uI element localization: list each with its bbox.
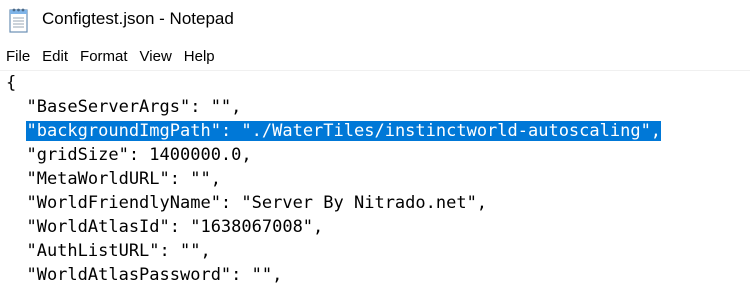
menu-bar: File Edit Format View Help — [0, 44, 750, 70]
code-line-selected: "backgroundImgPath": "./WaterTiles/insti… — [6, 119, 662, 143]
code-line: "BaseServerArgs": "", — [6, 97, 242, 117]
code-line: { — [6, 73, 17, 93]
menu-edit[interactable]: Edit — [36, 45, 74, 69]
menu-format[interactable]: Format — [74, 45, 134, 69]
code-line: "AuthListURL": "", — [6, 241, 211, 261]
menu-help[interactable]: Help — [178, 45, 221, 69]
code-line: "WorldAtlasPassword": "", — [6, 265, 283, 285]
code-line: "gridSize": 1400000.0, — [6, 145, 252, 165]
text-editor-area[interactable]: { "BaseServerArgs": "", "backgroundImgPa… — [0, 71, 750, 292]
menu-file[interactable]: File — [0, 45, 36, 69]
title-bar[interactable]: Configtest.json - Notepad — [0, 0, 750, 40]
menu-view[interactable]: View — [134, 45, 178, 69]
code-line: "WorldFriendlyName": "Server By Nitrado.… — [6, 193, 488, 213]
selected-text: "backgroundImgPath": "./WaterTiles/insti… — [26, 121, 662, 141]
code-line: "WorldAtlasId": "1638067008", — [6, 217, 324, 237]
notepad-icon — [9, 8, 28, 33]
window-title: Configtest.json - Notepad — [42, 9, 234, 28]
code-line: "MetaWorldURL": "", — [6, 169, 221, 189]
